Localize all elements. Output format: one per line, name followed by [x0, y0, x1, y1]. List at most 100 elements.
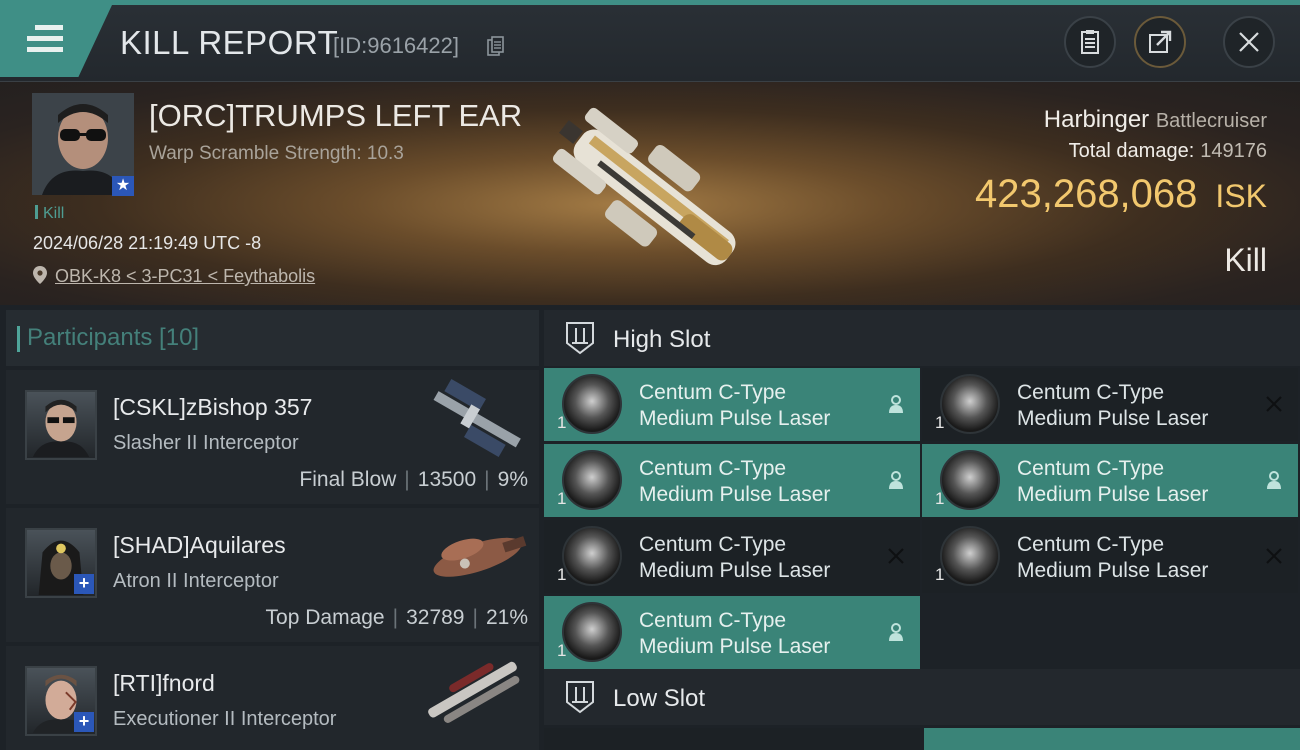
module-name-line1: Centum C-Type: [1017, 533, 1165, 556]
low-slot-icon: [566, 681, 594, 714]
isk-value: 423,268,068 ISK: [975, 172, 1267, 217]
pulse-laser-icon: [562, 602, 622, 662]
victim-name[interactable]: [ORC]TRUMPS LEFT EAR: [149, 98, 522, 134]
module-name-line2: Medium Pulse Laser: [1017, 407, 1209, 430]
participant-damage: 32789: [406, 606, 465, 629]
pulse-laser-icon: [562, 526, 622, 586]
isk-amount: 423,268,068: [974, 172, 1198, 216]
page-title: KILL REPORT: [120, 24, 339, 61]
copy-icon[interactable]: [487, 36, 505, 56]
module-name-line1: Centum C-Type: [1017, 457, 1165, 480]
module-name: Centum C-Type Medium Pulse Laser: [639, 380, 830, 432]
share-icon: [1149, 30, 1172, 53]
participant-name[interactable]: [RTI]fnord: [113, 670, 215, 697]
close-button[interactable]: [1223, 16, 1275, 68]
high-slot-module[interactable]: 1 Centum C-Type Medium Pulse Laser: [922, 520, 1298, 593]
high-slot-icon: [566, 322, 594, 355]
pulse-laser-icon: [562, 450, 622, 510]
low-slot-header[interactable]: Low Slot: [544, 669, 1300, 725]
module-name-line2: Medium Pulse Laser: [639, 559, 831, 582]
destroyed-x-icon: [1266, 548, 1282, 564]
participant-stats: Final Blow | 13500 | 9%: [299, 468, 528, 491]
high-slot-module[interactable]: 1 Centum C-Type Medium Pulse Laser: [544, 444, 920, 517]
module-quantity: 1: [935, 413, 945, 432]
module-name-line2: Medium Pulse Laser: [639, 407, 831, 430]
participant-percent: 9%: [497, 468, 528, 491]
participant-row[interactable]: + [SHAD]Aquilares Atron II Interceptor T…: [6, 508, 539, 642]
module-name: Centum C-Type Medium Pulse Laser: [639, 456, 830, 508]
participants-label: Participants [10]: [16, 324, 200, 352]
high-slot-module[interactable]: 1 Centum C-Type Medium Pulse Laser: [922, 368, 1298, 441]
warp-scramble: Warp Scramble Strength: 10.3: [149, 143, 404, 164]
high-slot-module[interactable]: 1 Centum C-Type Medium Pulse Laser: [544, 520, 920, 593]
module-quantity: 1: [935, 565, 945, 584]
ship-image[interactable]: [530, 90, 770, 300]
pilot-portrait-icon: [32, 399, 90, 458]
high-slot-module[interactable]: 1 Centum C-Type Medium Pulse Laser: [922, 444, 1298, 517]
close-icon: [1239, 32, 1259, 52]
plus-badge-icon: +: [74, 712, 94, 732]
participant-damage: 13500: [417, 468, 477, 491]
module-name-line2: Medium Pulse Laser: [639, 483, 831, 506]
participant-ship-image[interactable]: [415, 378, 535, 458]
module-name-line1: Centum C-Type: [639, 457, 787, 480]
participant-percent: 21%: [485, 606, 528, 629]
module-quantity: 1: [557, 413, 567, 432]
ship-name[interactable]: Harbinger: [1044, 106, 1149, 133]
high-slot-module[interactable]: 1 Centum C-Type Medium Pulse Laser: [544, 368, 920, 441]
module-name-line2: Medium Pulse Laser: [639, 635, 831, 658]
high-slot-module[interactable]: 1 Centum C-Type Medium Pulse Laser: [544, 596, 920, 669]
participant-row[interactable]: [CSKL]zBishop 357 Slasher II Interceptor…: [6, 370, 539, 504]
location-pin-icon: [33, 266, 47, 284]
kill-tag: Kill: [35, 205, 64, 223]
participant-ship: Slasher II Interceptor: [113, 432, 299, 454]
participant-stats: Top Damage | 32789 | 21%: [265, 606, 528, 629]
participant-ship: Atron II Interceptor: [113, 570, 279, 592]
participant-name[interactable]: [CSKL]zBishop 357: [113, 394, 312, 421]
total-damage-label: Total damage:: [1068, 140, 1195, 162]
module-name: Centum C-Type Medium Pulse Laser: [639, 532, 830, 584]
menu-button[interactable]: [0, 5, 112, 77]
fitting-panel: High Slot 1 Centum C-Type Medium Pulse Las…: [544, 310, 1300, 750]
participant-avatar[interactable]: [25, 390, 97, 460]
participant-row[interactable]: + [RTI]fnord Executioner II Interceptor: [6, 646, 539, 750]
low-slot-label: Low Slot: [613, 685, 706, 712]
participant-ship: Executioner II Interceptor: [113, 708, 337, 730]
participants-header[interactable]: Participants [10]: [6, 310, 539, 366]
location-link[interactable]: OBK-K8 < 3-PC31 < Feythabolis: [55, 266, 315, 287]
clipboard-button[interactable]: [1064, 16, 1116, 68]
module-quantity: 1: [935, 489, 945, 508]
destroyed-x-icon: [888, 548, 904, 564]
top-bar: KILL REPORT [ID:9616422]: [0, 0, 1300, 82]
low-slot-module-partial[interactable]: [544, 728, 920, 750]
module-name: Centum C-Type Medium Pulse Laser: [1017, 532, 1208, 584]
module-name-line2: Medium Pulse Laser: [1017, 483, 1209, 506]
dropped-person-icon: [1267, 471, 1281, 489]
total-damage: Total damage: 149176: [1069, 140, 1267, 163]
victim-panel: ★ [ORC]TRUMPS LEFT EAR Warp Scramble Str…: [0, 82, 1300, 305]
hamburger-icon: [27, 25, 63, 58]
participants-panel: Participants [10] [CSKL]zBishop 357 Slas…: [6, 310, 539, 750]
participant-ship-image[interactable]: [415, 654, 535, 734]
kill-timestamp: 2024/06/28 21:19:49 UTC -8: [33, 233, 262, 253]
pulse-laser-icon: [940, 450, 1000, 510]
dropped-person-icon: [889, 395, 903, 413]
high-slot-label: High Slot: [613, 326, 711, 353]
share-button[interactable]: [1134, 16, 1186, 68]
high-slot-header[interactable]: High Slot: [544, 310, 1300, 366]
module-quantity: 1: [557, 565, 567, 584]
ship-class: Battlecruiser: [1155, 110, 1267, 132]
isk-unit: ISK: [1215, 178, 1267, 214]
module-name-line1: Centum C-Type: [639, 609, 787, 632]
low-slot-module-partial[interactable]: [924, 728, 1300, 750]
participant-name[interactable]: [SHAD]Aquilares: [113, 532, 286, 559]
module-name-line1: Centum C-Type: [639, 533, 787, 556]
star-badge-icon: ★: [112, 176, 134, 196]
header-accent-line: [0, 0, 1300, 5]
participant-ship-image[interactable]: [415, 516, 535, 596]
clipboard-icon: [1081, 30, 1099, 54]
pulse-laser-icon: [940, 526, 1000, 586]
total-damage-value: 149176: [1200, 140, 1267, 162]
destroyed-x-icon: [1266, 396, 1282, 412]
module-quantity: 1: [557, 489, 567, 508]
